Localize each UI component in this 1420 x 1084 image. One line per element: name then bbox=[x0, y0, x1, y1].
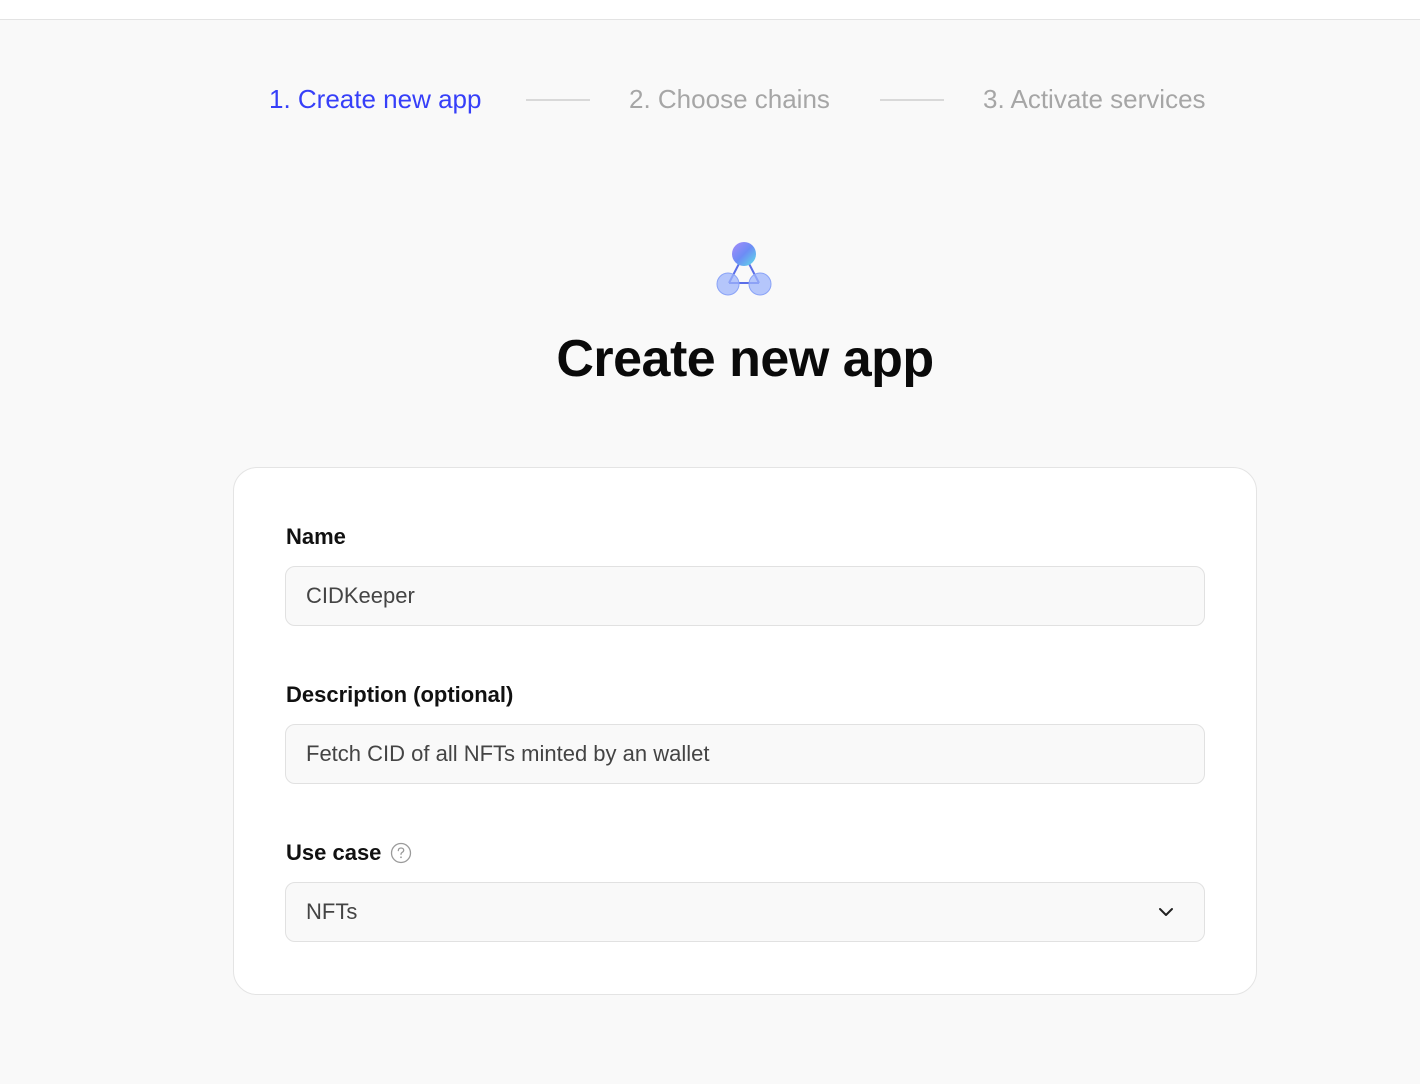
step-activate-services[interactable]: 3. Activate services bbox=[983, 80, 1206, 118]
step-choose-chains[interactable]: 2. Choose chains bbox=[629, 80, 830, 118]
name-input[interactable] bbox=[285, 566, 1205, 626]
use-case-selected-value: NFTs bbox=[306, 899, 358, 924]
use-case-select[interactable]: NFTs bbox=[285, 882, 1205, 942]
use-case-label: Use case bbox=[286, 840, 382, 865]
question-circle-icon[interactable] bbox=[390, 842, 412, 864]
description-label: Description (optional) bbox=[286, 682, 514, 707]
molecule-nodes-icon bbox=[716, 242, 772, 296]
step-connector bbox=[526, 99, 590, 101]
chevron-down-icon bbox=[1159, 908, 1173, 916]
step-connector bbox=[880, 99, 944, 101]
use-case-label-row: Use case bbox=[286, 838, 412, 868]
create-app-form-card: Name Description (optional) Use case NFT… bbox=[233, 467, 1257, 995]
description-input[interactable] bbox=[285, 724, 1205, 784]
page-title: Create new app bbox=[556, 330, 934, 388]
top-bar bbox=[0, 0, 1420, 20]
step-create-new-app[interactable]: 1. Create new app bbox=[269, 80, 481, 118]
stepper: 1. Create new app 2. Choose chains 3. Ac… bbox=[0, 80, 1420, 120]
name-label: Name bbox=[286, 524, 346, 549]
